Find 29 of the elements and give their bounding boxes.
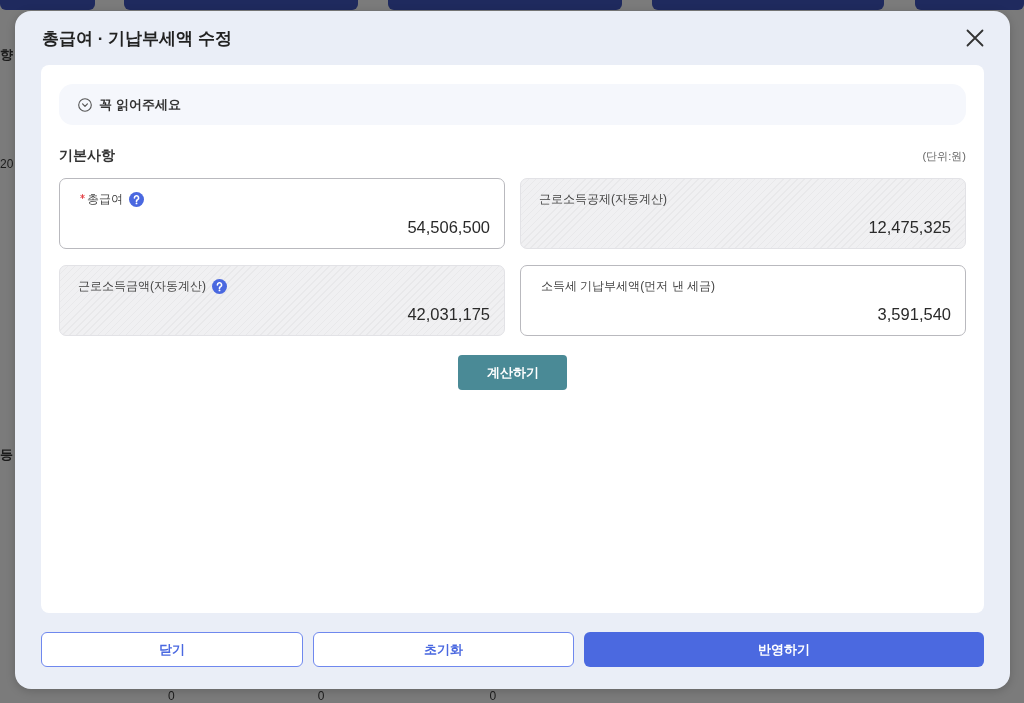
- background-label: 향: [0, 48, 13, 62]
- field-value: 3,591,540: [877, 304, 951, 325]
- input-field[interactable]: 총급여 54,506,500: [59, 178, 505, 249]
- field-label: 근로소득금액(자동계산): [78, 278, 206, 295]
- background-label: 등: [0, 448, 13, 462]
- close-icon: [966, 29, 984, 47]
- notice-toggle[interactable]: 꼭 읽어주세요: [59, 84, 966, 125]
- background-label: 20: [0, 157, 14, 171]
- footer-button[interactable]: 닫기: [41, 632, 303, 667]
- help-icon[interactable]: [129, 191, 144, 207]
- close-button[interactable]: [966, 29, 984, 47]
- field-label: 총급여: [87, 191, 123, 208]
- apply-button[interactable]: 반영하기: [584, 632, 984, 667]
- field-value: 54,506,500: [407, 217, 490, 238]
- field-label: 소득세 기납부세액(먼저 낸 세금): [541, 278, 715, 295]
- table-cell: 0: [317, 690, 325, 702]
- chevron-circle-icon: [78, 97, 92, 112]
- help-icon[interactable]: [212, 278, 227, 294]
- field-value: 42,031,175: [407, 304, 490, 325]
- unit-label: (단위:원): [922, 148, 966, 164]
- dialog-title: 총급여 · 기납부세액 수정: [42, 27, 232, 50]
- field-value: 12,475,325: [868, 217, 951, 238]
- input-field[interactable]: 소득세 기납부세액(먼저 낸 세금) 3,591,540: [520, 265, 966, 336]
- section-title: 기본사항: [59, 147, 115, 165]
- field-label: 근로소득공제(자동계산): [539, 191, 667, 208]
- calculate-button[interactable]: 계산하기: [458, 355, 567, 390]
- table-cell: 0: [489, 690, 497, 702]
- table-cell: 0: [168, 690, 175, 702]
- footer-button[interactable]: 초기화: [313, 632, 574, 667]
